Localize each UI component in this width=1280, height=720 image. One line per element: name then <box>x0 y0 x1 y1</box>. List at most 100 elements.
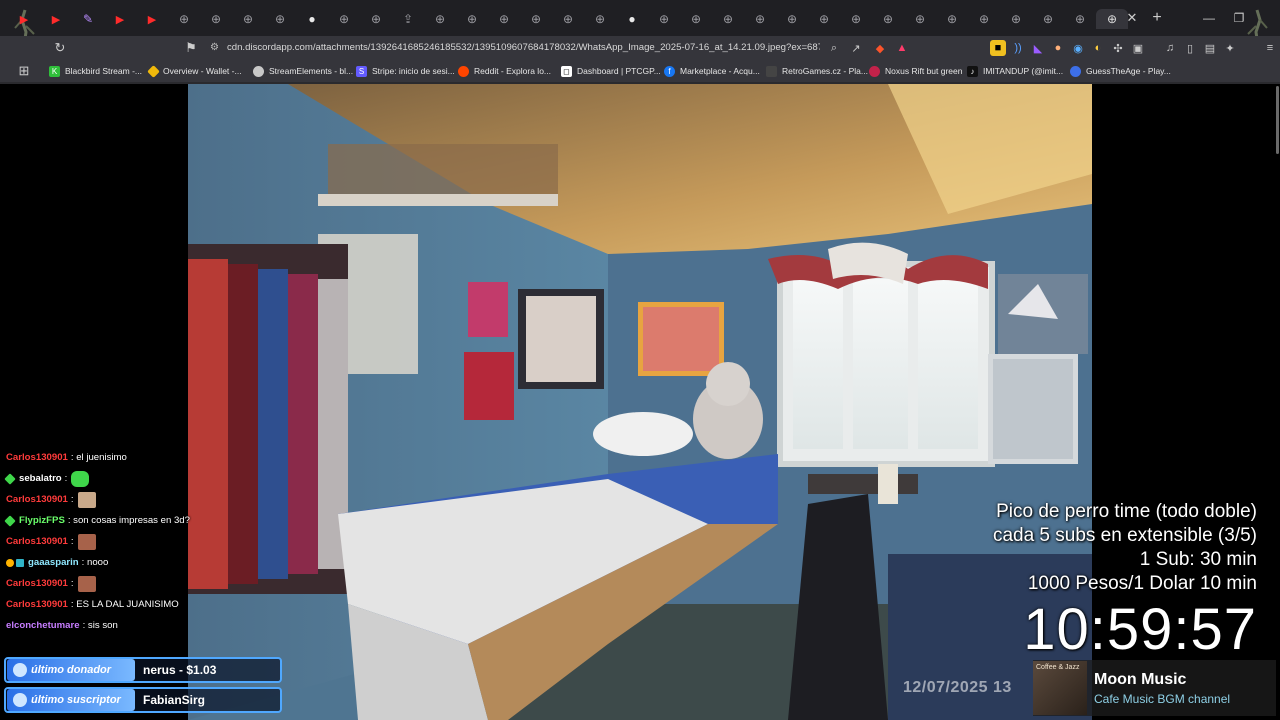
share-icon[interactable]: ↗ <box>848 40 864 56</box>
chat-text: : nooo <box>81 557 109 568</box>
extension-icon[interactable]: ◐ <box>1090 40 1106 56</box>
album-cover: Coffee & Jazz <box>1033 661 1087 715</box>
brave-rewards-icon[interactable]: ▲ <box>894 40 910 56</box>
tab-youtube[interactable]: ▶ <box>8 9 40 29</box>
tab-globe[interactable]: ⊕ <box>232 9 264 29</box>
extensions-puzzle-icon[interactable]: ✣ <box>1110 40 1126 56</box>
bookmark-item[interactable]: S Stripe: inicio de sesi... <box>356 63 455 79</box>
tab-globe[interactable]: ⊕ <box>872 9 904 29</box>
wallet-icon[interactable]: ▤ <box>1202 40 1218 56</box>
tab-globe[interactable]: ⊕ <box>456 9 488 29</box>
site-info-icon[interactable]: ⚙ <box>210 42 219 53</box>
extension-icon[interactable]: ◉ <box>1070 40 1086 56</box>
bookmark-icon[interactable]: ⚑ <box>181 39 201 57</box>
address-bar[interactable]: ⚙ cdn.discordapp.com/attachments/13926416… <box>210 39 820 57</box>
last-donor-tag: último donador <box>7 659 135 681</box>
chat-text: : sis son <box>82 620 118 631</box>
tab-globe[interactable]: ⊕ <box>680 9 712 29</box>
media-control-icon[interactable]: ♫ <box>1162 40 1178 56</box>
brave-shield-icon[interactable]: ◆ <box>872 40 888 56</box>
tab-globe[interactable]: ⊕ <box>776 9 808 29</box>
timer-rule-line: 1 Sub: 30 min <box>1139 549 1257 570</box>
extension-icon[interactable]: ● <box>1050 40 1066 56</box>
zoom-icon[interactable]: ⌕ <box>826 40 842 56</box>
bookmark-label: IMITANDUP (@imit... <box>983 66 1064 76</box>
leo-ai-icon[interactable]: ✦ <box>1222 40 1238 56</box>
bookmark-item[interactable]: Overview - Wallet -... <box>147 63 242 79</box>
bookmark-item[interactable]: f Marketplace - Acqu... <box>664 63 760 79</box>
tab-globe[interactable]: ⊕ <box>1000 9 1032 29</box>
tab-globe[interactable]: ⊕ <box>264 9 296 29</box>
tab-youtube[interactable]: ▶ <box>104 9 136 29</box>
tab-globe[interactable]: ⊕ <box>520 9 552 29</box>
emote-icon <box>71 470 90 487</box>
extension-icon[interactable]: )) <box>1010 40 1026 56</box>
tab-globe[interactable]: ⊕ <box>744 9 776 29</box>
close-tab-icon[interactable]: ✕ <box>1123 9 1141 27</box>
tab-feather[interactable]: ✎ <box>72 9 104 29</box>
tab-globe[interactable]: ⊕ <box>968 9 1000 29</box>
bookmark-item[interactable]: StreamElements - bl... <box>253 63 353 79</box>
extension-icon[interactable]: ■ <box>990 40 1006 56</box>
badge-icon <box>6 558 14 567</box>
tab-globe[interactable]: ⊕ <box>648 9 680 29</box>
tab-globe[interactable]: ⊕ <box>424 9 456 29</box>
chat-message: Carlos130901 : <box>6 489 206 510</box>
bookmark-label: RetroGames.cz - Pla... <box>782 66 868 76</box>
tab-globe[interactable]: ⊕ <box>328 9 360 29</box>
bookmark-item[interactable]: Reddit - Explora lo... <box>458 63 551 79</box>
tab-youtube[interactable]: ▶ <box>40 9 72 29</box>
tab-globe[interactable]: ⊕ <box>552 9 584 29</box>
minimize-icon[interactable]: — <box>1195 8 1223 28</box>
chat-message: sebalatro : <box>4 468 206 489</box>
chat-username: sebalatro <box>19 473 62 484</box>
chat-text: : <box>70 494 74 505</box>
extension-icon[interactable]: ▣ <box>1130 40 1146 56</box>
chat-message: Carlos130901 : <box>6 573 206 594</box>
tab-globe[interactable]: ⊕ <box>168 9 200 29</box>
bookmark-item[interactable]: RetroGames.cz - Pla... <box>766 63 868 79</box>
tab-upload[interactable]: ⇪ <box>392 9 424 29</box>
tab-globe[interactable]: ⊕ <box>584 9 616 29</box>
bookmark-item[interactable]: ◻ Dashboard | PTCGP... <box>561 63 661 79</box>
navigation-bar: ↻ ⚑ ⚙ cdn.discordapp.com/attachments/1392… <box>0 36 1280 60</box>
tab-globe[interactable]: ⊕ <box>360 9 392 29</box>
extension-icon[interactable]: ◣ <box>1030 40 1046 56</box>
guesstheage-icon <box>1070 65 1081 77</box>
tab-google[interactable]: ● <box>616 9 648 29</box>
tab-globe[interactable]: ⊕ <box>1032 9 1064 29</box>
scrollbar-thumb[interactable] <box>1276 86 1279 154</box>
menu-icon[interactable]: ≡ <box>1262 40 1278 56</box>
bookmark-item[interactable]: ♪ IMITANDUP (@imit... <box>967 63 1063 79</box>
tab-globe[interactable]: ⊕ <box>840 9 872 29</box>
reload-icon[interactable]: ↻ <box>50 39 70 57</box>
now-playing-widget: Coffee & Jazz Moon Music Cafe Music BGM … <box>1033 660 1276 716</box>
tab-globe[interactable]: ⊕ <box>936 9 968 29</box>
chat-username: FlypizFPS <box>19 515 65 526</box>
tab-globe[interactable]: ⊕ <box>200 9 232 29</box>
tiktok-icon: ♪ <box>967 65 978 77</box>
tab-globe[interactable]: ⊕ <box>712 9 744 29</box>
apps-grid-icon[interactable]: ⊞ <box>14 62 34 80</box>
tab-globe[interactable]: ⊕ <box>1064 9 1096 29</box>
chat-text: : <box>70 536 74 547</box>
last-donor-label: último donador <box>31 664 112 676</box>
bookmark-item[interactable]: Noxus Rift but green <box>869 63 962 79</box>
bookmark-item[interactable]: GuessTheAge - Play... <box>1070 63 1171 79</box>
badge-icon <box>4 514 16 527</box>
cover-label: Coffee & Jazz <box>1036 664 1080 671</box>
chat-text: : <box>64 473 68 484</box>
bookmark-item[interactable]: K Blackbird Stream -... <box>49 63 142 79</box>
chat-username: Carlos130901 <box>6 494 68 505</box>
tab-youtube[interactable]: ▶ <box>136 9 168 29</box>
emote-icon <box>77 533 96 550</box>
tab-globe[interactable]: ⊕ <box>808 9 840 29</box>
sidebar-icon[interactable]: ▯ <box>1182 40 1198 56</box>
tab-google[interactable]: ● <box>296 9 328 29</box>
dashboard-icon: ◻ <box>561 65 572 77</box>
tab-globe[interactable]: ⊕ <box>904 9 936 29</box>
new-tab-icon[interactable]: + <box>1148 9 1166 27</box>
countdown-clock: 10:59:57 <box>1023 597 1257 662</box>
tab-globe[interactable]: ⊕ <box>488 9 520 29</box>
chat-username: Carlos130901 <box>6 536 68 547</box>
